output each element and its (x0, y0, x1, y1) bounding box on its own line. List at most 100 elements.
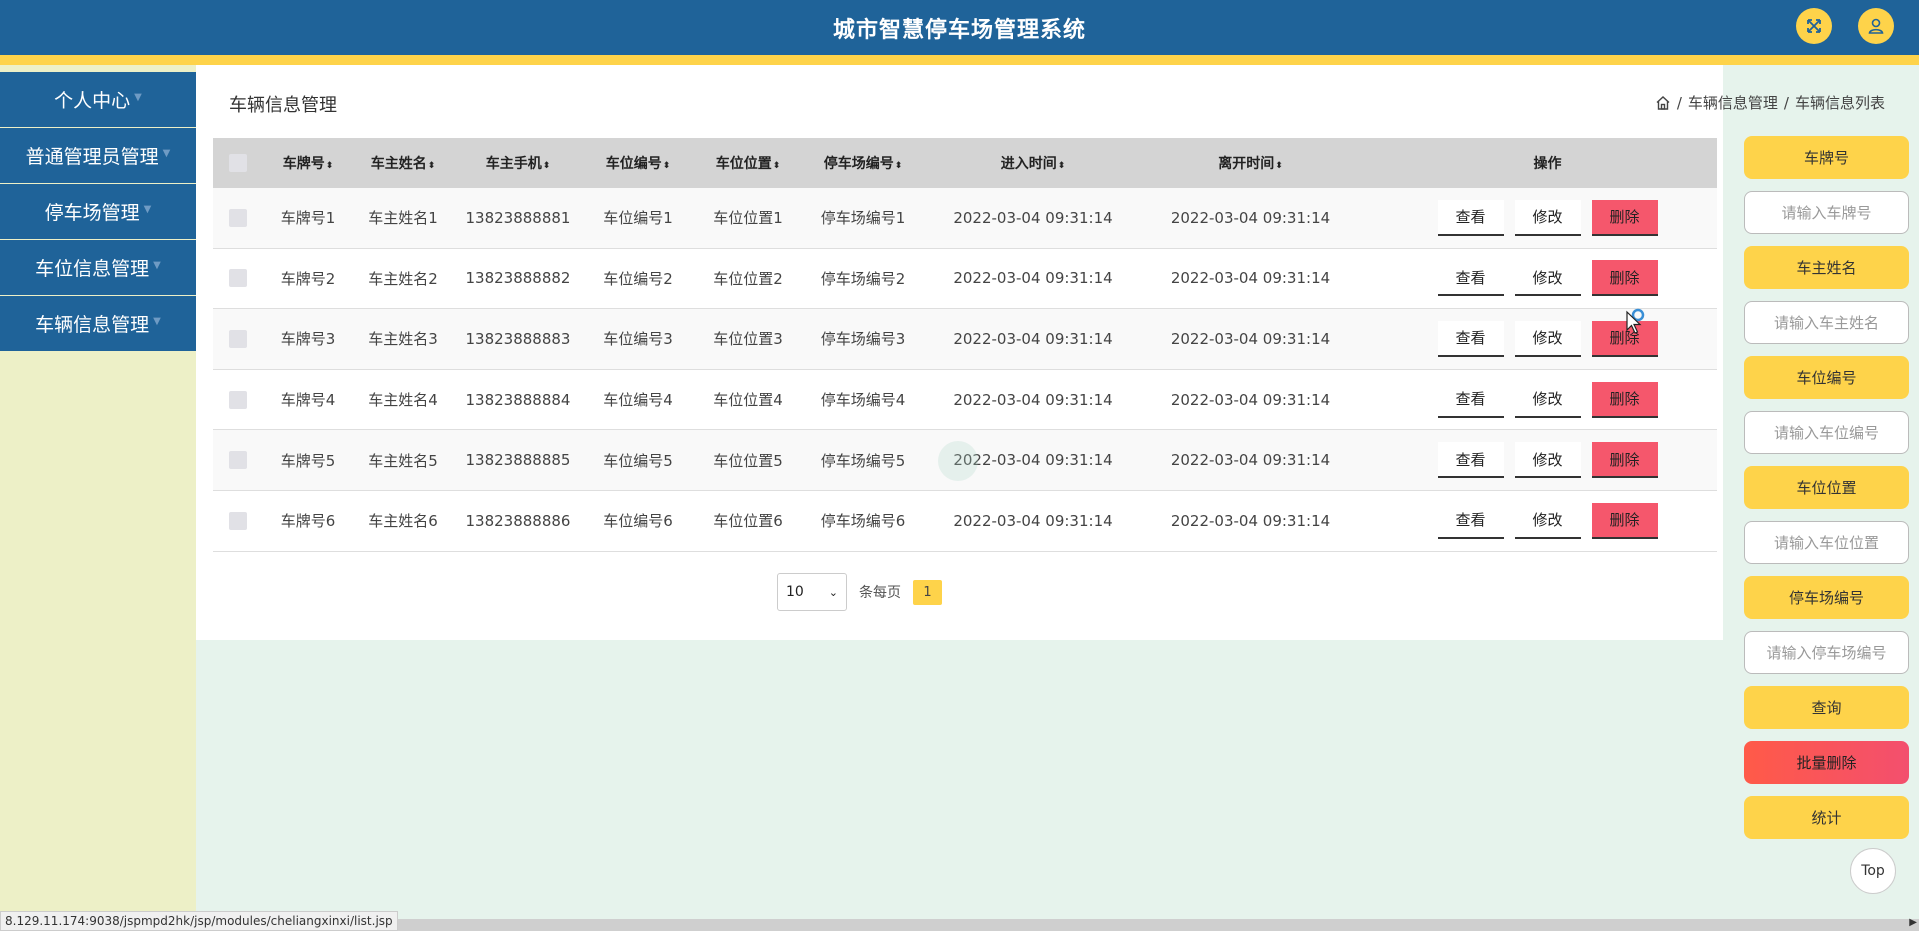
sidebar-item-vehicle-info-management[interactable]: 车辆信息管理 ▼ (0, 296, 196, 351)
row-checkbox[interactable] (229, 451, 247, 470)
edit-button[interactable]: 修改 (1514, 502, 1581, 539)
owner-name-search-input[interactable]: 请输入车主姓名 (1744, 301, 1909, 344)
cell-entry-time: 2022-03-04 09:31:14 (953, 511, 1113, 530)
page-size-select[interactable]: 10 ⌄ (777, 573, 847, 611)
cell-owner-name: 车主姓名1 (368, 209, 438, 228)
cell-entry-time: 2022-03-04 09:31:14 (953, 329, 1113, 348)
cell-plate: 车牌号2 (280, 269, 336, 288)
cell-owner-phone: 13823888885 (465, 451, 571, 470)
edit-button[interactable]: 修改 (1514, 260, 1581, 297)
column-header-exit-time[interactable]: 离开时间⬍ (1143, 153, 1358, 173)
select-all-checkbox[interactable] (229, 154, 247, 172)
sidebar-item-label: 个人中心 (54, 90, 131, 112)
cell-space-number: 车位编号2 (603, 269, 673, 288)
cell-space-number: 车位编号5 (603, 451, 673, 470)
page-size-value: 10 (786, 584, 804, 600)
pagination: 10 ⌄ 条每页 1 (777, 573, 942, 611)
query-button[interactable]: 查询 (1744, 686, 1909, 729)
column-header-lot-number[interactable]: 停车场编号⬍ (803, 153, 923, 173)
statistics-button[interactable]: 统计 (1744, 796, 1909, 839)
status-bar-url: 8.129.11.174:9038/jspmpd2hk/jsp/modules/… (0, 911, 398, 931)
fullscreen-button[interactable] (1796, 8, 1832, 44)
cell-owner-phone: 13823888886 (465, 511, 571, 530)
sort-icon: ⬍ (325, 161, 334, 171)
page-number-button[interactable]: 1 (913, 579, 942, 605)
edit-button[interactable]: 修改 (1514, 381, 1581, 418)
cell-exit-time: 2022-03-04 09:31:14 (1170, 269, 1331, 288)
column-header-space-number[interactable]: 车位编号⬍ (583, 153, 693, 173)
delete-button[interactable]: 删除 (1591, 260, 1658, 297)
sidebar-item-space-info-management[interactable]: 车位信息管理 ▼ (0, 240, 196, 295)
delete-button[interactable]: 删除 (1591, 199, 1658, 236)
delete-button[interactable]: 删除 (1591, 381, 1658, 418)
column-header-plate[interactable]: 车牌号⬍ (263, 153, 353, 173)
edit-button[interactable]: 修改 (1514, 442, 1581, 479)
cell-owner-phone: 13823888882 (465, 269, 571, 288)
lot-number-search-input[interactable]: 请输入停车场编号 (1744, 631, 1909, 674)
cell-space-location: 车位位置5 (713, 451, 783, 470)
row-checkbox[interactable] (229, 269, 247, 288)
caret-down-icon: ▼ (153, 316, 161, 327)
scroll-right-arrow-icon[interactable]: ▶ (1909, 917, 1917, 928)
user-profile-button[interactable] (1858, 8, 1894, 44)
sort-icon: ⬍ (1057, 161, 1066, 171)
row-checkbox[interactable] (229, 511, 247, 530)
breadcrumb: / 车辆信息管理 / 车辆信息列表 (1655, 92, 1885, 113)
fullscreen-icon (1807, 19, 1821, 33)
breadcrumb-separator: / (1676, 93, 1682, 112)
row-select-cell (213, 390, 263, 409)
cell-lot-number: 停车场编号6 (820, 512, 906, 531)
row-checkbox[interactable] (229, 390, 247, 409)
table-row: 车牌号4 车主姓名4 13823888884 车位编号4 车位位置4 停车场编号4 2022… (213, 369, 1717, 431)
cell-space-location: 车位位置1 (713, 209, 783, 228)
space-location-search-input[interactable]: 请输入车位位置 (1744, 521, 1909, 564)
view-button[interactable]: 查看 (1437, 502, 1504, 539)
sidebar-item-admin-management[interactable]: 普通管理员管理 ▼ (0, 128, 196, 183)
delete-button[interactable]: 删除 (1591, 502, 1658, 539)
delete-button[interactable]: 删除 (1591, 442, 1658, 479)
cell-plate: 车牌号4 (280, 391, 336, 410)
row-checkbox[interactable] (229, 208, 247, 227)
back-to-top-button[interactable]: Top (1850, 848, 1896, 894)
column-header-owner-phone[interactable]: 车主手机⬍ (453, 153, 583, 173)
edit-button[interactable]: 修改 (1514, 320, 1581, 357)
breadcrumb-item-module[interactable]: 车辆信息管理 (1688, 92, 1778, 113)
view-button[interactable]: 查看 (1437, 320, 1504, 357)
cell-owner-name: 车主姓名2 (368, 269, 438, 288)
cell-space-number: 车位编号1 (603, 209, 673, 228)
sort-icon: ⬍ (662, 161, 671, 171)
batch-delete-button[interactable]: 批量删除 (1744, 741, 1909, 784)
horizontal-scrollbar[interactable]: ▶ (376, 917, 1919, 931)
cell-owner-phone: 13823888884 (465, 390, 571, 409)
edit-button[interactable]: 修改 (1514, 199, 1581, 236)
cell-space-number: 车位编号6 (603, 512, 673, 531)
plate-search-input[interactable]: 请输入车牌号 (1744, 191, 1909, 234)
view-button[interactable]: 查看 (1437, 442, 1504, 479)
search-label-space-location: 车位位置 (1744, 466, 1909, 509)
column-header-owner-name[interactable]: 车主姓名⬍ (353, 153, 453, 173)
row-checkbox[interactable] (229, 329, 247, 348)
cell-owner-name: 车主姓名4 (368, 391, 438, 410)
column-header-entry-time[interactable]: 进入时间⬍ (923, 153, 1143, 173)
cell-space-location: 车位位置4 (713, 391, 783, 410)
cell-owner-name: 车主姓名5 (368, 451, 438, 470)
sidebar-item-personal-center[interactable]: 个人中心 ▼ (0, 72, 196, 127)
cell-exit-time: 2022-03-04 09:31:14 (1170, 329, 1331, 348)
caret-down-icon: ▼ (143, 204, 152, 215)
loading-ripple (938, 441, 978, 481)
sidebar-item-parking-lot-management[interactable]: 停车场管理 ▼ (0, 184, 196, 239)
app-title: 城市智慧停车场管理系统 (832, 18, 1086, 43)
mouse-cursor-icon (1626, 308, 1645, 334)
cell-lot-number: 停车场编号5 (820, 451, 906, 470)
space-number-search-input[interactable]: 请输入车位编号 (1744, 411, 1909, 454)
view-button[interactable]: 查看 (1437, 199, 1504, 236)
cell-owner-name: 车主姓名3 (368, 330, 438, 349)
column-header-space-location[interactable]: 车位位置⬍ (693, 153, 803, 173)
cell-plate: 车牌号6 (280, 512, 336, 531)
view-button[interactable]: 查看 (1437, 381, 1504, 418)
home-icon[interactable] (1655, 95, 1671, 111)
view-button[interactable]: 查看 (1437, 260, 1504, 297)
row-actions: 查看 修改 删除 (1358, 502, 1717, 539)
cell-lot-number: 停车场编号3 (820, 330, 906, 349)
cell-owner-phone: 13823888881 (465, 208, 571, 227)
